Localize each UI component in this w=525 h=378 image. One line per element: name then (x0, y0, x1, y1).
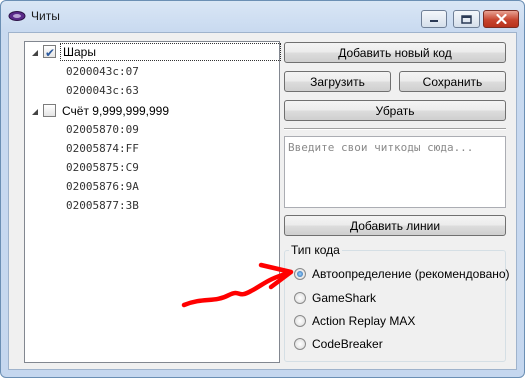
checkmark-icon: ✔ (45, 46, 56, 60)
code-line[interactable]: 02005877:3B (66, 197, 139, 215)
cheats-window: Читы ✔ Шары 0200043c:07 0200043c:63 Счёт… (0, 0, 525, 378)
checkbox[interactable] (43, 104, 56, 117)
radio-label[interactable]: GameShark (312, 291, 376, 305)
tree-node[interactable]: ✔ Шары (25, 43, 281, 61)
radio-label[interactable]: CodeBreaker (312, 337, 383, 351)
code-line[interactable]: 02005870:09 (66, 121, 139, 139)
radio-label[interactable]: Action Replay MAX (312, 314, 415, 328)
remove-button[interactable]: Убрать (284, 100, 506, 121)
load-button[interactable]: Загрузить (284, 71, 391, 92)
maximize-button[interactable] (453, 10, 480, 28)
radio-label[interactable]: Автоопределение (рекомендовано) (312, 267, 510, 281)
minimize-icon (430, 20, 438, 22)
expand-arrow-icon[interactable] (31, 49, 39, 57)
checkbox[interactable]: ✔ (43, 45, 56, 60)
radio-codebreaker[interactable] (294, 338, 306, 350)
separator (284, 128, 506, 130)
window-title: Читы (31, 9, 60, 23)
title-bar[interactable]: Читы (1, 1, 524, 31)
code-line[interactable]: 02005875:C9 (66, 159, 139, 177)
code-line[interactable]: 0200043c:07 (66, 63, 139, 81)
tree-node-label[interactable]: Счёт 9,999,999,999 (62, 102, 169, 120)
tree-node-label[interactable]: Шары (60, 43, 281, 61)
add-lines-button[interactable]: Добавить линии (284, 215, 506, 236)
dialog-body: ✔ Шары 0200043c:07 0200043c:63 Счёт 9,99… (8, 32, 517, 370)
maximize-icon (461, 14, 472, 24)
cheat-code-input[interactable]: Введите свои читкоды сюда... (284, 136, 506, 208)
code-line[interactable]: 02005876:9A (66, 178, 139, 196)
close-button[interactable] (483, 10, 519, 28)
code-line[interactable]: 0200043c:63 (66, 82, 139, 100)
tree-node[interactable]: Счёт 9,999,999,999 (25, 102, 279, 120)
close-icon (495, 14, 507, 24)
code-type-title: Тип кода (289, 243, 342, 257)
minimize-button[interactable] (421, 10, 447, 28)
add-new-code-button[interactable]: Добавить новый код (284, 42, 506, 63)
app-icon (8, 11, 26, 21)
code-line[interactable]: 02005874:FF (66, 140, 139, 158)
expand-arrow-icon[interactable] (31, 108, 39, 116)
red-arrow-annotation (181, 262, 294, 308)
save-button[interactable]: Сохранить (399, 71, 506, 92)
